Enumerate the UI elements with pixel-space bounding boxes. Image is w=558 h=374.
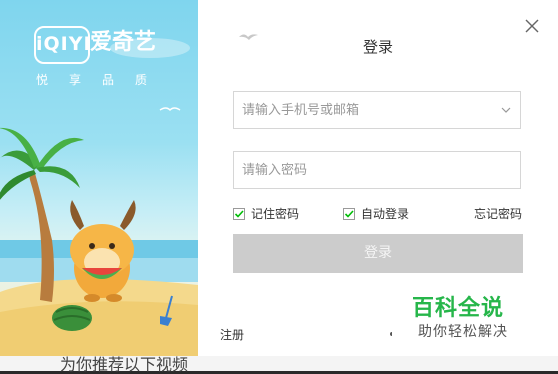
brand-tagline: 悦享品质 bbox=[36, 73, 169, 87]
auto-login-checkbox[interactable]: 自动登录 bbox=[343, 205, 409, 222]
brand-name: 爱奇艺 bbox=[90, 30, 157, 55]
password-input[interactable] bbox=[242, 152, 492, 188]
background-recommend-text: 为你推荐以下视频 bbox=[60, 355, 189, 374]
brand-panel: iQIYI 爱奇艺 悦享品质 bbox=[0, 0, 198, 356]
watermark-title: 百科全说 bbox=[412, 296, 505, 321]
checkmark-icon bbox=[234, 209, 244, 218]
phone-email-field[interactable] bbox=[233, 91, 521, 129]
checkbox-box[interactable] bbox=[233, 207, 245, 220]
register-link[interactable]: 注册 bbox=[220, 326, 244, 343]
password-field[interactable] bbox=[233, 151, 521, 189]
login-dialog: iQIYI 爱奇艺 悦享品质 登录 记住密码 bbox=[0, 0, 558, 356]
forgot-password-link[interactable]: 忘记密码 bbox=[474, 205, 522, 222]
chevron-down-icon[interactable] bbox=[500, 104, 512, 116]
dialog-title: 登录 bbox=[362, 38, 393, 56]
checkmark-icon bbox=[344, 209, 354, 218]
remember-password-label: 记住密码 bbox=[251, 207, 300, 221]
close-button[interactable] bbox=[520, 14, 544, 38]
close-icon bbox=[525, 19, 539, 33]
remember-password-checkbox[interactable]: 记住密码 bbox=[233, 205, 299, 222]
logo-icon: iQIYI bbox=[34, 26, 91, 64]
login-button[interactable]: 登录 bbox=[233, 234, 523, 273]
checkbox-box[interactable] bbox=[343, 207, 355, 220]
phone-email-input[interactable] bbox=[242, 92, 492, 128]
auto-login-label: 自动登录 bbox=[361, 207, 410, 221]
watermark-subtitle: 助你轻松解决 bbox=[418, 324, 508, 340]
